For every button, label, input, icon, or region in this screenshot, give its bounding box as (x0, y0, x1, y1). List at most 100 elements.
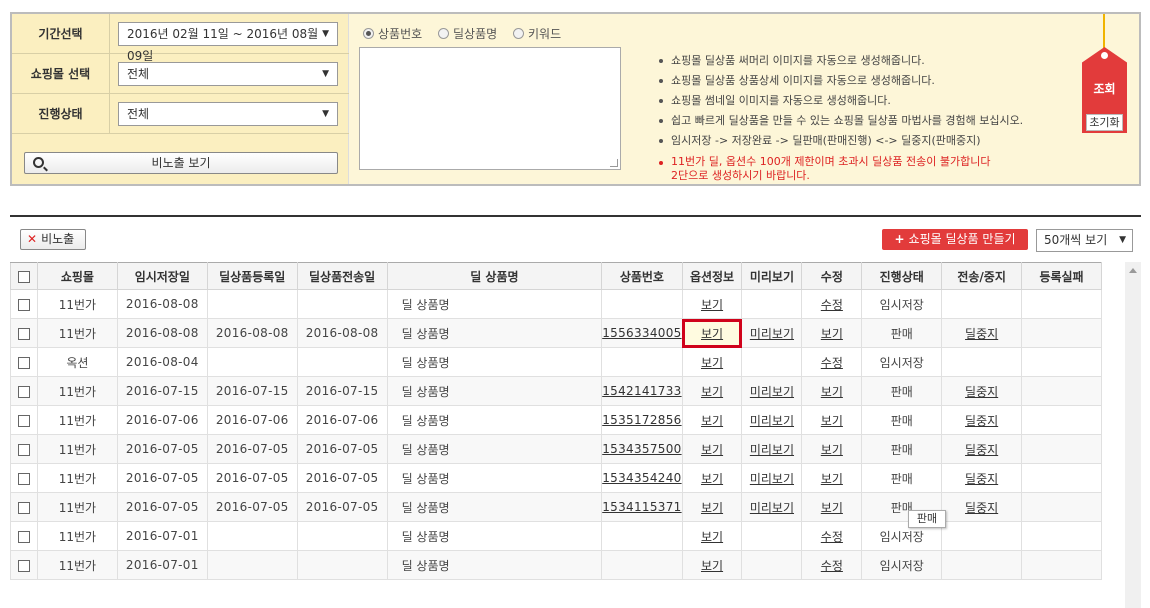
deal-stop-link[interactable]: 딜중지 (965, 501, 998, 515)
search-button[interactable]: 조회 (1082, 80, 1127, 97)
option-view-link[interactable]: 보기 (701, 530, 723, 544)
row-checkbox[interactable] (17, 298, 30, 311)
hide-button[interactable]: ✕ 비노출 (20, 229, 86, 250)
option-view-link[interactable]: 보기 (701, 559, 723, 573)
deal-stop-link[interactable]: 딜중지 (965, 414, 998, 428)
row-checkbox[interactable] (17, 327, 30, 340)
header-cell[interactable]: 쇼핑몰 (36, 262, 118, 290)
row-checkbox-cell[interactable] (10, 463, 38, 493)
radio-keyword[interactable]: 키워드 (513, 25, 561, 42)
product-number-link[interactable]: 1534357500 (602, 442, 681, 456)
reset-button[interactable]: 초기화 (1086, 114, 1123, 131)
mall-cell-text: 옥션 (66, 355, 89, 370)
edit-link[interactable]: 보기 (821, 327, 843, 341)
edit-link[interactable]: 수정 (821, 298, 843, 312)
search-textarea[interactable] (359, 47, 621, 170)
option-view-link[interactable]: 보기 (701, 501, 723, 515)
edit-link[interactable]: 보기 (821, 414, 843, 428)
period-select[interactable]: 2016년 02월 11일 ~ 2016년 08월 09일 ▼ (118, 22, 338, 63)
row-checkbox[interactable] (17, 472, 30, 485)
mall-select[interactable]: 전체 ▼ (118, 62, 338, 86)
sent-date-cell: 2016-07-15 (296, 376, 388, 406)
option-view-link[interactable]: 보기 (701, 385, 723, 399)
deal-stop-link[interactable]: 딜중지 (965, 385, 998, 399)
header-cell[interactable]: 딜상품등록일 (206, 262, 298, 290)
select-all-checkbox[interactable] (17, 270, 30, 283)
edit-link[interactable]: 보기 (821, 501, 843, 515)
header-checkbox-cell[interactable] (10, 262, 38, 290)
row-checkbox-cell[interactable] (10, 289, 38, 319)
sent-date-cell-text: 2016-07-05 (305, 471, 379, 485)
row-checkbox[interactable] (17, 530, 30, 543)
header-cell[interactable]: 임시저장일 (116, 262, 208, 290)
edit-link[interactable]: 보기 (821, 472, 843, 486)
option-view-link[interactable]: 보기 (701, 443, 723, 457)
option-view-link[interactable]: 보기 (701, 327, 723, 341)
page-size-select[interactable]: 50개씩 보기 ▼ (1036, 229, 1133, 252)
product-number-link[interactable]: 1534115371 (602, 500, 681, 514)
row-checkbox[interactable] (17, 414, 30, 427)
product-number-link[interactable]: 1556334005 (602, 326, 681, 340)
deal-stop-link[interactable]: 딜중지 (965, 472, 998, 486)
option-view-link[interactable]: 보기 (701, 356, 723, 370)
status-select[interactable]: 전체 ▼ (118, 102, 338, 126)
edit-link[interactable]: 보기 (821, 385, 843, 399)
registered-date-cell: 2016-07-06 (206, 405, 298, 435)
mall-cell: 옥션 (36, 347, 118, 377)
row-checkbox-cell[interactable] (10, 376, 38, 406)
radio-deal-name[interactable]: 딜상품명 (438, 25, 497, 42)
header-cell[interactable]: 등록실패 (1021, 262, 1102, 290)
header-cell[interactable]: 상품번호 (601, 262, 683, 290)
radio-product-number[interactable]: 상품번호 (363, 25, 422, 42)
product-number-link[interactable]: 1534354240 (602, 471, 681, 485)
deal-stop-link[interactable]: 딜중지 (965, 443, 998, 457)
header-cell[interactable]: 미리보기 (741, 262, 803, 290)
header-cell[interactable]: 진행상태 (861, 262, 943, 290)
row-checkbox[interactable] (17, 443, 30, 456)
row-checkbox-cell[interactable] (10, 521, 38, 551)
header-cell[interactable]: 옵션정보 (681, 262, 743, 290)
product-number-link[interactable]: 1535172856 (602, 413, 681, 427)
make-deal-button[interactable]: + 쇼핑몰 딜상품 만들기 (882, 229, 1028, 250)
scroll-up-icon[interactable] (1129, 268, 1137, 273)
header-cell[interactable]: 전송/중지 (941, 262, 1023, 290)
row-checkbox[interactable] (17, 385, 30, 398)
row-checkbox[interactable] (17, 559, 30, 572)
edit-link[interactable]: 수정 (821, 356, 843, 370)
row-checkbox-cell[interactable] (10, 434, 38, 464)
option-view-link[interactable]: 보기 (701, 414, 723, 428)
status-cell-text: 임시저장 (879, 529, 924, 544)
header-cell[interactable]: 수정 (801, 262, 863, 290)
preview-link[interactable]: 미리보기 (750, 414, 794, 428)
mall-cell: 11번가 (36, 550, 118, 580)
preview-link[interactable]: 미리보기 (750, 385, 794, 399)
status-cell: 판매 (861, 376, 943, 406)
row-checkbox[interactable] (17, 356, 30, 369)
row-checkbox-cell[interactable] (10, 550, 38, 580)
edit-link[interactable]: 보기 (821, 443, 843, 457)
header-cell[interactable]: 딜상품전송일 (296, 262, 388, 290)
deal-stop-link[interactable]: 딜중지 (965, 327, 998, 341)
option-view-link[interactable]: 보기 (701, 298, 723, 312)
status-cell-text: 판매 (890, 413, 913, 428)
row-checkbox-cell[interactable] (10, 318, 38, 348)
preview-link[interactable]: 미리보기 (750, 443, 794, 457)
status-cell: 판매 (861, 434, 943, 464)
preview-link[interactable]: 미리보기 (750, 501, 794, 515)
edit-link[interactable]: 수정 (821, 559, 843, 573)
mall-cell-text: 11번가 (58, 413, 97, 428)
warning-line-1: 11번가 딜, 옵션수 100개 제한이며 초과시 딜상품 전송이 불가합니다 (671, 155, 991, 168)
row-checkbox-cell[interactable] (10, 492, 38, 522)
row-checkbox-cell[interactable] (10, 347, 38, 377)
header-cell[interactable]: 딜 상품명 (386, 262, 603, 290)
show-hidden-button[interactable]: 비노출 보기 (24, 152, 338, 174)
row-checkbox[interactable] (17, 501, 30, 514)
product-number-link[interactable]: 1542141733 (602, 384, 681, 398)
edit-link[interactable]: 수정 (821, 530, 843, 544)
scrollbar[interactable] (1125, 262, 1141, 608)
preview-link[interactable]: 미리보기 (750, 472, 794, 486)
product-number-cell: 1534357500 (601, 434, 683, 464)
option-view-link[interactable]: 보기 (701, 472, 723, 486)
preview-link[interactable]: 미리보기 (750, 327, 794, 341)
row-checkbox-cell[interactable] (10, 405, 38, 435)
